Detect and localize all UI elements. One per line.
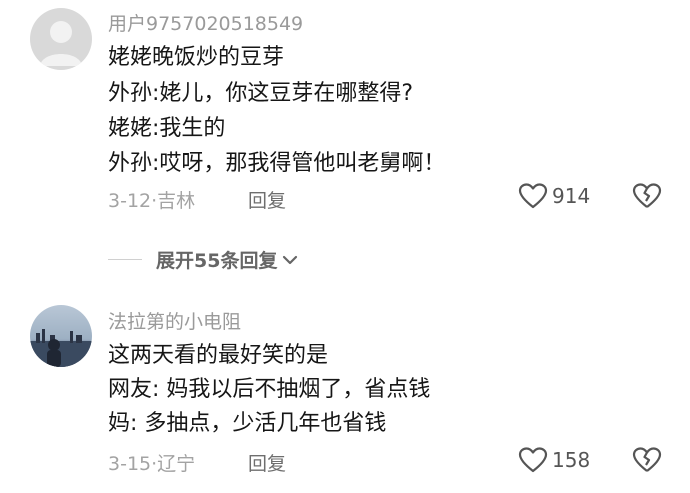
username[interactable]: 法拉第的小电阻 (108, 307, 241, 334)
reply-button[interactable]: 回复 (248, 449, 286, 476)
heart-icon (518, 447, 548, 473)
dislike-button[interactable] (632, 446, 662, 478)
photo-avatar (30, 329, 92, 367)
comment-text-line: 网友: 妈我以后不抽烟了，省点钱 (108, 377, 431, 402)
avatar[interactable] (30, 305, 92, 367)
comment-item: 法拉第的小电阻 这两天看的最好笑的是 网友: 妈我以后不抽烟了，省点钱 妈: 多… (0, 0, 690, 493)
broken-heart-icon (632, 447, 662, 472)
like-button[interactable]: 158 (518, 446, 590, 474)
comment-text-line: 妈: 多抽点，少活几年也省钱 (108, 411, 387, 436)
comment-text-line: 这两天看的最好笑的是 (108, 343, 329, 368)
like-count: 158 (552, 448, 591, 472)
comment-meta: 3-15·辽宁 (108, 453, 196, 475)
